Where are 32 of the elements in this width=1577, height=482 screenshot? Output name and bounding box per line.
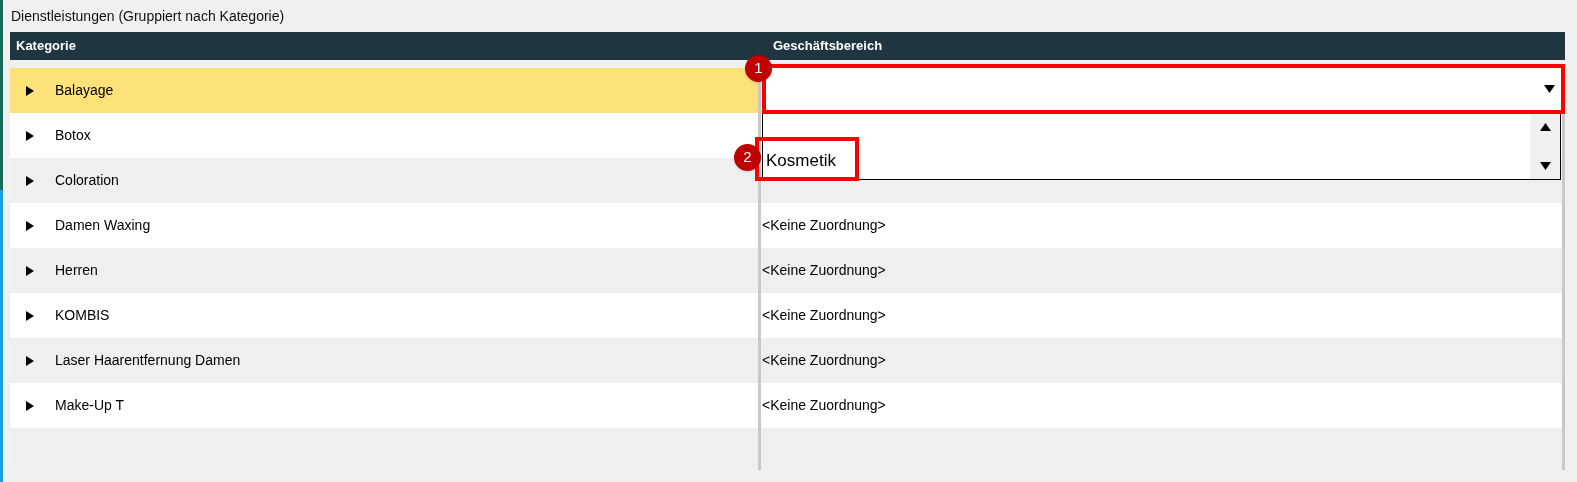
category-cell-text: Damen Waxing [55, 216, 151, 235]
category-cell-text: Herren [55, 261, 98, 280]
category-cell-text: Balayage [55, 81, 114, 100]
table-row[interactable]: KOMBIS [10, 293, 758, 338]
category-cell-text: Laser Haarentfernung Damen [55, 351, 241, 370]
table-row[interactable]: Damen Waxing [10, 203, 758, 248]
caret-right-icon[interactable] [25, 355, 35, 366]
category-cell-text: Coloration [55, 171, 119, 190]
caret-right-icon[interactable] [25, 310, 35, 321]
dropdown-option[interactable]: Kosmetik [763, 147, 1530, 173]
assignment-cell: <Keine Zuordnung> [761, 293, 1562, 338]
table-row[interactable]: Make-Up T [10, 383, 758, 428]
category-cell-text: Make-Up T [55, 396, 124, 415]
category-cell-text: KOMBIS [55, 306, 110, 325]
caret-right-icon[interactable] [25, 130, 35, 141]
dropdown-arrow-icon[interactable] [1544, 84, 1555, 94]
column-header[interactable]: Geschäftsbereich [770, 36, 883, 56]
caret-right-icon[interactable] [25, 85, 35, 96]
caret-right-icon[interactable] [25, 400, 35, 411]
assignment-cell: <Keine Zuordnung> [761, 203, 1562, 248]
assignment-cell: <Keine Zuordnung> [761, 383, 1562, 428]
dropdown-field[interactable] [762, 64, 1565, 114]
panel-title: Dienstleistungen (Gruppiert nach Kategorie) [10, 7, 286, 26]
category-cell-text: Botox [55, 126, 91, 145]
caret-right-icon[interactable] [25, 175, 35, 186]
caret-right-icon[interactable] [25, 265, 35, 276]
scrollbar[interactable] [1530, 114, 1560, 179]
table-row[interactable]: Balayage [10, 68, 758, 113]
scroll-down-icon[interactable] [1539, 161, 1551, 171]
scroll-up-icon[interactable] [1539, 122, 1551, 132]
column-header[interactable]: Kategorie [10, 36, 770, 56]
caret-right-icon[interactable] [25, 220, 35, 231]
